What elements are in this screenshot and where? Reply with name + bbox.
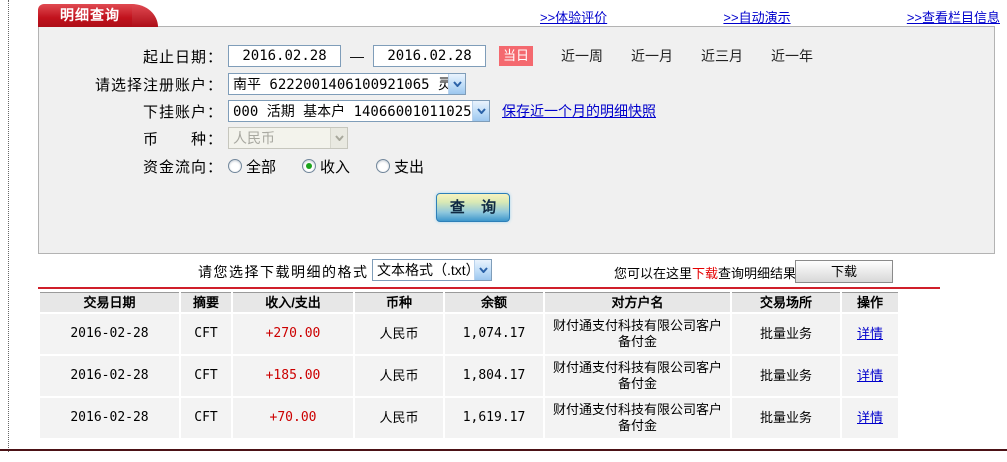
registered-account-row: 请选择注册账户： 南平 6222001406100921065 灵通卡 (39, 72, 994, 96)
table-row-1-summary: CFT (181, 356, 231, 396)
date-to-input[interactable] (373, 45, 486, 67)
transactions-table: 交易日期 摘要 收入/支出 币种 余额 对方户名 交易场所 操作 2016-02… (40, 292, 898, 438)
download-format-select[interactable]: 文本格式（.txt） (372, 259, 492, 281)
query-form-panel: 起止日期： — 当日 近一周 近一月 近三月 近一年 请选择注册账户： 南平 6… (38, 26, 995, 254)
save-snapshot-link[interactable]: 保存近一个月的明细快照 (502, 101, 656, 121)
top-links: >>体验评价 >>自动演示 >>查看栏目信息 (540, 7, 1000, 26)
table-row-1-venue: 批量业务 (732, 356, 840, 396)
currency-row: 币 种： 人民币 (39, 126, 994, 150)
registered-account-label: 请选择注册账户： (94, 76, 223, 94)
table-row-2-balance: 1,619.17 (445, 398, 543, 438)
date-range-row: 起止日期： — 当日 近一周 近一月 近三月 近一年 (39, 44, 994, 68)
chevron-down-icon (472, 101, 489, 121)
currency-select-disabled: 人民币 (228, 127, 348, 149)
table-row-1-currency: 人民币 (355, 356, 443, 396)
date-range-label: 起止日期： (142, 48, 223, 66)
detail-query-page: 明细查询 >>体验评价 >>自动演示 >>查看栏目信息 起止日期： — 当日 近… (0, 0, 1007, 462)
bottom-divider-line (0, 449, 1007, 451)
sub-account-row: 下挂账户： 000 活期 基本户 1406600101102571848 保存近… (39, 99, 994, 123)
flow-option-all[interactable]: 全部 (228, 156, 276, 177)
quick-range-quarter-button[interactable]: 近三月 (701, 46, 743, 66)
col-header-balance: 余额 (445, 292, 543, 312)
left-dotted-border (8, 0, 9, 452)
table-row-1-amount: +185.00 (233, 356, 353, 396)
link-experience-evaluation[interactable]: >>体验评价 (540, 7, 607, 26)
download-hint-link[interactable]: 下载 (692, 266, 718, 281)
quick-range-year-button[interactable]: 近一年 (771, 46, 813, 66)
fund-flow-row: 资金流向： 全部 收入 支出 (39, 154, 994, 178)
flow-option-income[interactable]: 收入 (302, 156, 350, 177)
table-row-1-date: 2016-02-28 (40, 356, 179, 396)
currency-value: 人民币 (233, 131, 275, 147)
table-row-1-balance: 1,804.17 (445, 356, 543, 396)
download-hint-suffix: 查询明细结果 (718, 266, 797, 281)
download-format-value: 文本格式（.txt） (377, 262, 474, 278)
quick-range-today-button[interactable]: 当日 (499, 46, 533, 66)
col-header-counterparty: 对方户名 (545, 292, 730, 312)
date-range-separator: — (350, 48, 364, 64)
table-row-1-counterparty: 财付通支付科技有限公司客户备付金 (545, 356, 730, 396)
table-row-0-detail-link[interactable]: 详情 (857, 326, 883, 342)
table-row-2-venue: 批量业务 (732, 398, 840, 438)
col-header-venue: 交易场所 (732, 292, 840, 312)
col-header-action: 操作 (842, 292, 898, 312)
sub-account-label: 下挂账户： (142, 103, 223, 121)
download-button[interactable]: 下载 (795, 260, 893, 283)
col-header-summary: 摘要 (181, 292, 231, 312)
date-from-input[interactable] (228, 45, 341, 67)
flow-option-income-label: 收入 (320, 158, 351, 176)
table-row-2-detail-link[interactable]: 详情 (857, 410, 883, 426)
tab-detail-query[interactable]: 明细查询 (38, 4, 158, 27)
table-row-0-venue: 批量业务 (732, 314, 840, 354)
table-row-2-summary: CFT (181, 398, 231, 438)
quick-range-week-button[interactable]: 近一周 (561, 46, 603, 66)
table-row-0-currency: 人民币 (355, 314, 443, 354)
quick-range-month-button[interactable]: 近一月 (631, 46, 673, 66)
table-row-2-counterparty: 财付通支付科技有限公司客户备付金 (545, 398, 730, 438)
link-auto-demo[interactable]: >>自动演示 (723, 7, 790, 26)
table-row-2-amount: +70.00 (233, 398, 353, 438)
table-row-0-amount: +270.00 (233, 314, 353, 354)
link-view-column-info[interactable]: >>查看栏目信息 (907, 7, 1000, 26)
download-hint: 您可以在这里下载查询明细结果 (614, 263, 796, 282)
radio-unchecked-icon[interactable] (228, 159, 242, 173)
query-button[interactable]: 查 询 (436, 193, 510, 222)
radio-unchecked-icon[interactable] (376, 159, 391, 173)
col-header-currency: 币种 (355, 292, 443, 312)
registered-account-value: 南平 6222001406100921065 灵通卡 (233, 77, 448, 93)
col-header-amount: 收入/支出 (233, 292, 353, 312)
chevron-down-icon (474, 260, 491, 280)
chevron-down-icon (330, 128, 347, 148)
table-row-0-balance: 1,074.17 (445, 314, 543, 354)
table-row-2-date: 2016-02-28 (40, 398, 179, 438)
table-row-0-counterparty: 财付通支付科技有限公司客户备付金 (545, 314, 730, 354)
chevron-down-icon (448, 74, 465, 94)
sub-account-select[interactable]: 000 活期 基本户 1406600101102571848 (228, 100, 490, 122)
download-format-label: 请您选择下载明细的格式 (198, 264, 369, 280)
registered-account-select[interactable]: 南平 6222001406100921065 灵通卡 (228, 73, 466, 95)
radio-checked-icon[interactable] (302, 159, 317, 173)
table-row-2-currency: 人民币 (355, 398, 443, 438)
download-hint-prefix: 您可以在这里 (614, 266, 693, 281)
currency-label: 币 种： (142, 130, 223, 148)
fund-flow-label: 资金流向： (142, 158, 223, 176)
col-header-date: 交易日期 (40, 292, 179, 312)
page-title: 明细查询 (60, 7, 120, 23)
flow-option-expense[interactable]: 支出 (376, 156, 424, 177)
flow-option-expense-label: 支出 (394, 158, 425, 176)
table-row-1-detail-link[interactable]: 详情 (857, 368, 883, 384)
red-divider-line (38, 287, 940, 289)
flow-option-all-label: 全部 (246, 158, 277, 176)
table-row-0-date: 2016-02-28 (40, 314, 179, 354)
sub-account-value: 000 活期 基本户 1406600101102571848 (233, 104, 472, 120)
table-row-0-summary: CFT (181, 314, 231, 354)
